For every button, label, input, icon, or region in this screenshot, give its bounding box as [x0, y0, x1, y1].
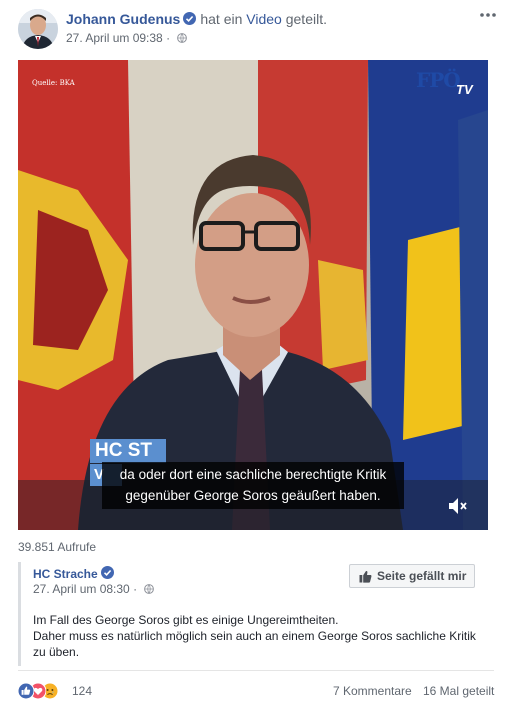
shared-page-link[interactable]: HC Strache: [33, 567, 98, 581]
thumbs-up-icon: [359, 570, 372, 583]
like-icon[interactable]: [17, 682, 35, 700]
author-line: Johann Gudenus hat ein Video geteilt.: [66, 11, 327, 27]
shared-post-meta: 27. April um 08:30 ·: [33, 582, 155, 596]
reaction-count[interactable]: 124: [72, 684, 92, 698]
shared-post-card: HC Strache 27. April um 08:30 · Seite ge…: [18, 562, 494, 666]
globe-icon[interactable]: [144, 583, 155, 594]
shared-text-line-1: Im Fall des George Soros gibt es einige …: [33, 613, 339, 627]
fpo-tv-suffix: TV: [456, 82, 473, 97]
shared-page-name: HC Strache: [33, 566, 118, 581]
shared-text-line-2: Daher muss es natürlich möglich sein auc…: [33, 629, 476, 643]
more-dots-icon[interactable]: [478, 9, 498, 25]
speaker-muted-icon[interactable]: [446, 495, 470, 517]
comments-count[interactable]: 7 Kommentare: [333, 684, 412, 698]
shared-post-text: Im Fall des George Soros gibt es einige …: [33, 612, 503, 660]
verified-badge-icon: [100, 566, 114, 579]
fpo-tv-logo: FPÖ: [416, 68, 461, 92]
video-frame: [18, 60, 488, 530]
globe-icon[interactable]: [177, 32, 188, 43]
subtitle-line-2: gegenüber George Soros geäußert haben.: [125, 488, 381, 503]
subtitle-line-1: da oder dort eine sachliche berechtigte …: [119, 467, 387, 482]
author-name[interactable]: Johann Gudenus: [66, 11, 180, 27]
shares-count[interactable]: 16 Mal geteilt: [423, 684, 494, 698]
post-header: Johann Gudenus hat ein Video geteilt. 27.…: [18, 9, 498, 49]
video-subtitle: da oder dort eine sachliche berechtigte …: [102, 462, 404, 509]
video-source-label: Quelle: BKA: [32, 79, 75, 87]
shared-timestamp[interactable]: 27. April um 08:30: [33, 582, 130, 596]
action-text: hat ein: [200, 11, 243, 27]
like-page-button[interactable]: Seite gefällt mir: [349, 564, 475, 588]
post-timestamp[interactable]: 27. April um 09:38: [66, 31, 163, 45]
action-suffix: geteilt.: [285, 11, 327, 27]
author-avatar[interactable]: [18, 9, 58, 49]
video-link[interactable]: Video: [246, 11, 282, 27]
lower-third-brand: HC ST: [90, 439, 166, 463]
view-count: 39.851 Aufrufe: [18, 540, 97, 554]
video-player[interactable]: Quelle: BKA FPÖ TV HC ST V da oder dort …: [18, 60, 488, 530]
footer-divider: [18, 670, 494, 671]
shared-text-line-3: zu üben.: [33, 645, 80, 659]
like-page-label: Seite gefällt mir: [377, 569, 467, 583]
verified-badge-icon: [183, 12, 197, 25]
post-meta: 27. April um 09:38 ·: [66, 31, 188, 45]
